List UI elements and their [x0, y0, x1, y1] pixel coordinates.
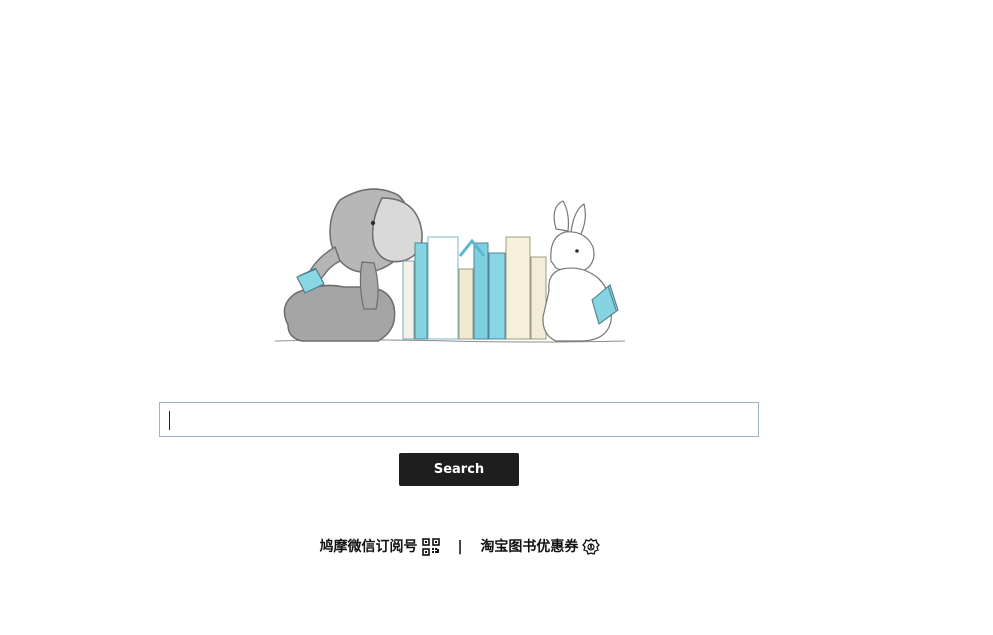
footer-links: 鸠摩微信订阅号 | 淘宝图书优惠券 [0, 536, 920, 558]
elephant-figure [283, 188, 423, 342]
qr-code-icon [421, 538, 440, 556]
text-caret [169, 411, 170, 430]
search-button[interactable]: Search [399, 453, 519, 486]
search-input[interactable] [160, 403, 758, 436]
footer-separator: | [457, 539, 463, 555]
taobao-coupon-label: 淘宝图书优惠券 [480, 539, 579, 555]
search-page: Search 鸠摩微信订阅号 | 淘宝图书优惠券 [0, 0, 993, 635]
taobao-coupon-link[interactable]: 淘宝图书优惠券 [480, 536, 601, 558]
search-box[interactable] [159, 402, 759, 437]
wechat-subscription-link[interactable]: 鸠摩微信订阅号 [320, 536, 440, 558]
wechat-subscription-label: 鸠摩微信订阅号 [319, 539, 418, 555]
books-stack [402, 236, 547, 340]
reading-elephant-and-bunny-illustration [274, 188, 626, 343]
bunny-figure [542, 200, 619, 342]
coupon-badge-icon [582, 538, 601, 555]
